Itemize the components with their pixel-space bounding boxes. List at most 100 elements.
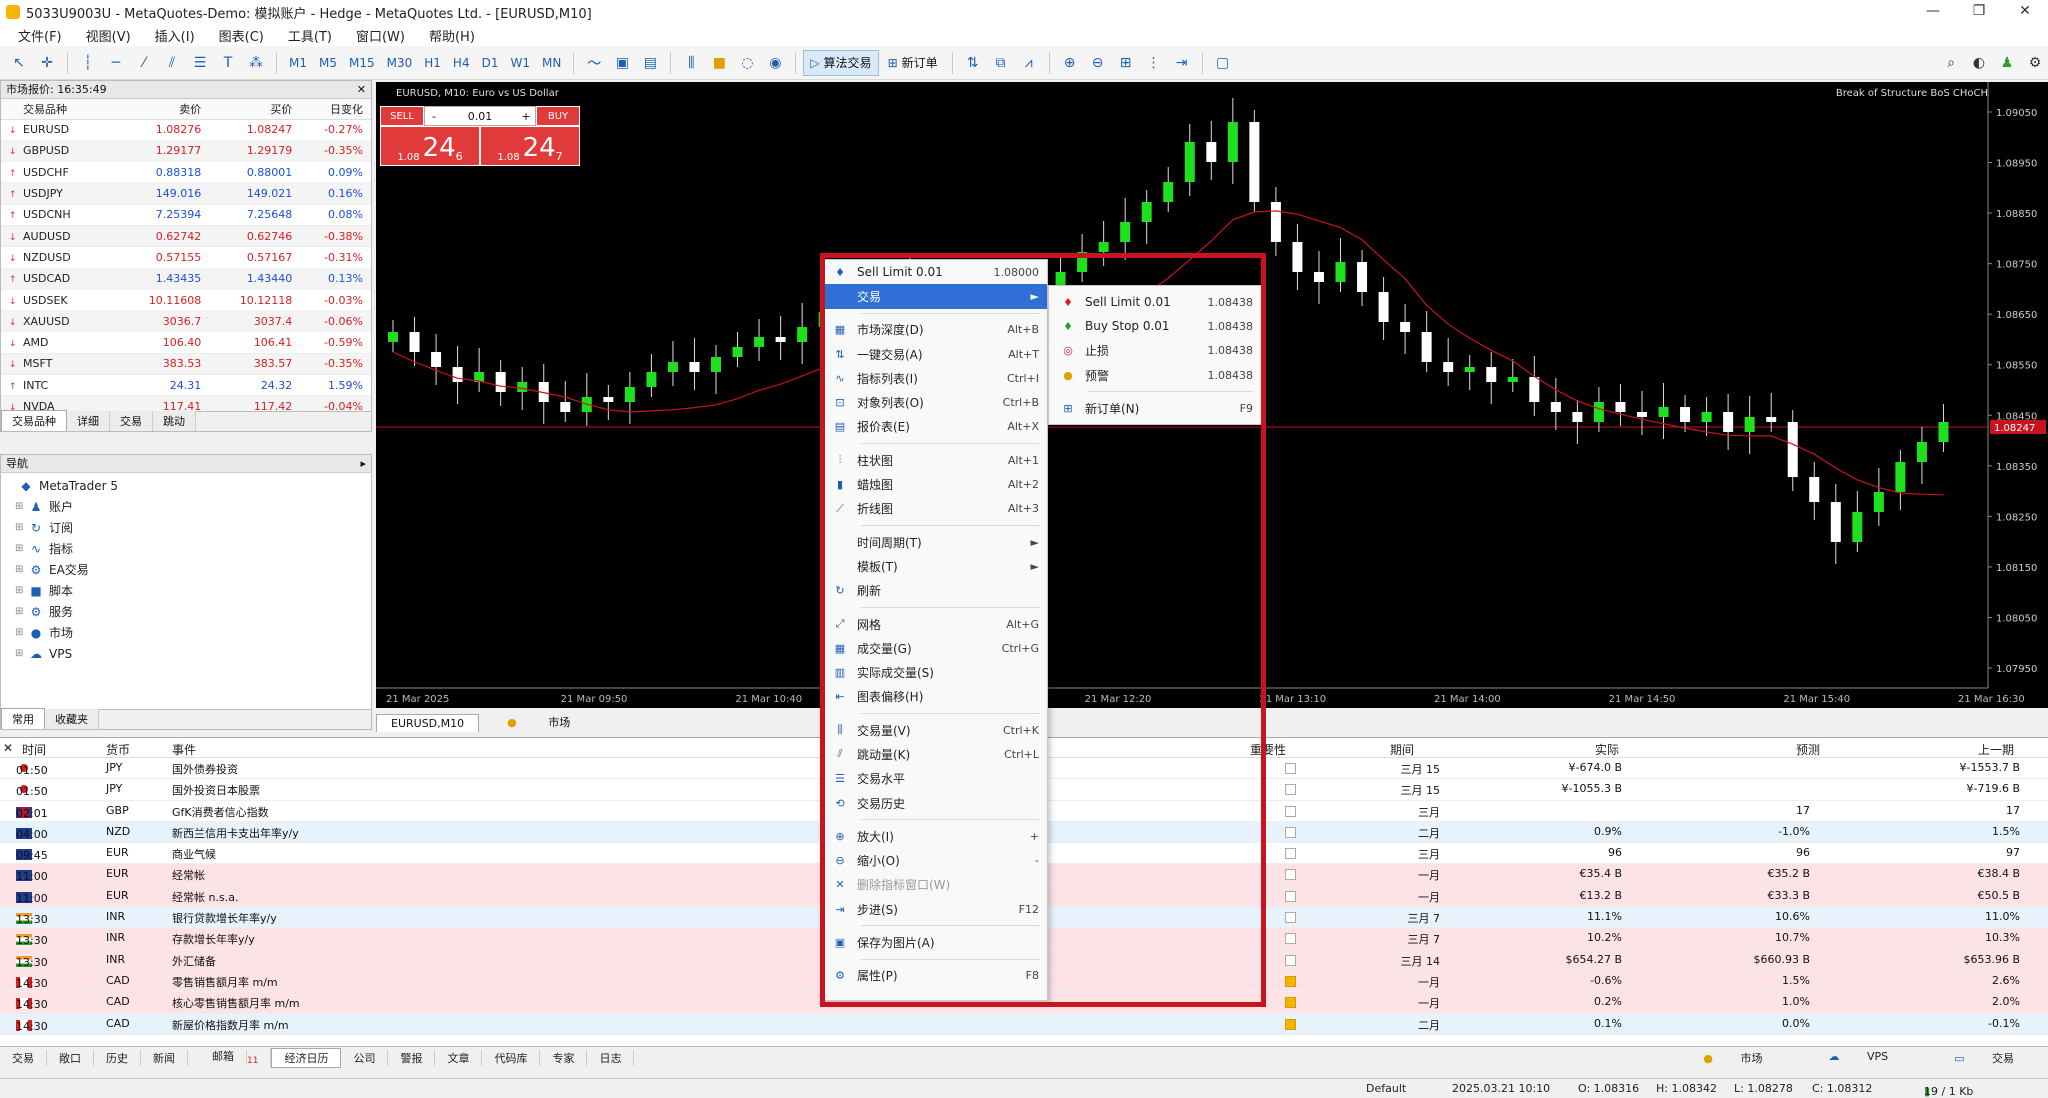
tab-details[interactable]: 详细 [67,411,110,431]
market-watch-row[interactable]: ↓ AUDUSD 0.62742 0.62746 -0.38% [1,225,371,248]
navigator-item[interactable]: ⊞ ♟ 账户 [5,496,371,517]
col-bid[interactable]: 卖价 [118,99,210,120]
context-menu-item[interactable]: ⇥ 步进(S) F12 [821,897,1047,921]
indicators-icon[interactable]: 〜 [581,50,607,76]
importance-checkbox[interactable] [1285,912,1296,924]
signals-icon[interactable]: ◌ [734,50,760,76]
importance-checkbox[interactable] [1285,763,1296,774]
tab-history[interactable]: 历史 [94,1049,141,1066]
market-link[interactable]: ● 市场 [1679,1050,1786,1066]
importance-checkbox[interactable] [1285,826,1296,838]
market-watch-row[interactable]: ↓ XAUUSD 3036.7 3037.4 -0.06% [1,310,371,333]
market-watch-row[interactable]: ↓ GBPUSD 1.29177 1.29179 -0.35% [1,140,371,163]
autoscroll-icon[interactable]: ⧉ [988,50,1014,76]
importance-checkbox[interactable] [1285,784,1296,796]
submenu-item[interactable]: ◎ 止损 1.08438 [1049,339,1261,363]
templates-icon[interactable]: ▤ [637,50,663,76]
col-symbol[interactable]: 交易品种 [1,99,119,120]
context-menu-item[interactable]: ✕ 删除指标窗口(W) [821,873,1047,897]
menu-view[interactable]: 视图(V) [74,26,143,45]
col-ask[interactable]: 买价 [209,99,301,120]
calendar-row[interactable]: 14:30 CAD 新屋价格指数月率 m/m 二月 0.1% 0.0% -0.1% [0,1013,2048,1035]
importance-checkbox[interactable] [1285,997,1296,1009]
timeframe-m15[interactable]: M15 [344,50,380,76]
vertical-line-icon[interactable]: ┆ [75,50,101,76]
chart-shift-icon[interactable]: ⩘ [1016,50,1042,76]
tab-symbols[interactable]: 交易品种 [1,410,67,431]
menu-tools[interactable]: 工具(T) [276,26,344,45]
context-menu-item[interactable]: 时间周期(T) ► [821,530,1047,554]
market-watch-row[interactable]: ↓ USDSEK 10.11608 10.12118 -0.03% [1,289,371,312]
market-watch-row[interactable]: ↑ INTC 24.31 24.32 1.59% [1,374,371,397]
importance-checkbox[interactable] [1285,954,1296,966]
algo-trading-button[interactable]: ▷ 算法交易 [803,49,879,76]
crosshair-icon[interactable]: ✛ [34,50,60,76]
expand-icon[interactable]: ⊞ [15,543,27,554]
close-icon[interactable]: ✕ [3,741,13,755]
context-menu-item[interactable]: ▦ 成交量(G) Ctrl+G [821,636,1047,660]
cursor-icon[interactable]: ↖ [6,50,32,76]
market-watch-row[interactable]: ↑ USDCNH 7.25394 7.25648 0.08% [1,204,371,226]
tab-market[interactable]: ● 市场 [479,712,598,732]
col-previous[interactable]: 上一期 [1978,741,2014,758]
timeframe-mn[interactable]: MN [537,50,566,76]
help-icon[interactable]: ◐ [1966,50,1992,76]
volume-input[interactable]: 0.01 [443,107,517,125]
importance-checkbox[interactable] [1285,805,1296,817]
col-time[interactable]: 时间 [22,741,46,758]
settings-icon[interactable]: ⚙ [2022,50,2048,76]
minimize-button[interactable]: — [1910,0,1956,24]
context-menu-item[interactable]: ☰ 交易水平 [821,767,1047,791]
context-menu-item[interactable]: ⫼ 交易量(V) Ctrl+K [821,718,1047,742]
col-period[interactable]: 期间 [1390,741,1414,758]
navigator-item[interactable]: ◆ MetaTrader 5 [5,475,371,496]
importance-checkbox[interactable] [1285,975,1296,987]
context-menu-item[interactable]: ⊖ 缩小(O) - [821,849,1047,873]
navigator-item[interactable]: ⊞ ⚙ 服务 [5,601,371,622]
tab-journal[interactable]: 日志 [587,1049,635,1066]
navigator-item[interactable]: ⊞ ■ 脚本 [5,580,371,601]
tab-trade[interactable]: 交易 [0,1049,47,1066]
context-menu-item[interactable]: ▥ 实际成交量(S) [821,660,1047,684]
maximize-button[interactable]: ❐ [1956,0,2002,24]
sell-price-box[interactable]: 1.08 24 6 [380,126,480,166]
market-watch-row[interactable]: ↓ NZDUSD 0.57155 0.57167 -0.31% [1,246,371,269]
tab-experts[interactable]: 专家 [540,1049,588,1066]
context-menu-item[interactable]: ⚙ 属性(P) F8 [821,964,1047,988]
vps-link[interactable]: ☁ VPS [1804,1050,1912,1066]
expand-icon[interactable]: ⊞ [15,585,27,596]
context-menu-item[interactable]: ⊡ 对象列表(O) Ctrl+B [821,390,1047,414]
search-icon[interactable]: ⌕ [1938,50,1964,76]
depth-of-market-icon[interactable]: ⫼ [678,50,704,76]
close-window-button[interactable]: ✕ [2002,0,2048,24]
expand-icon[interactable]: ⊞ [15,627,27,638]
one-click-trading-icon[interactable]: ⇅ [960,50,986,76]
close-icon[interactable]: ✕ [357,81,366,99]
market-watch-row[interactable]: ↓ MSFT 383.53 383.57 -0.35% [1,353,371,376]
timeframe-d1[interactable]: D1 [477,50,504,76]
tab-calendar[interactable]: 经济日历 [271,1047,342,1068]
new-order-button[interactable]: ⊞ 新订单 [881,50,945,76]
navigator-item[interactable]: ⊞ ∿ 指标 [5,538,371,559]
tab-news[interactable]: 新闻 [141,1049,188,1066]
menu-charts[interactable]: 图表(C) [207,26,276,45]
importance-checkbox[interactable] [1285,1018,1296,1030]
context-menu-item[interactable]: ↻ 刷新 [821,579,1047,603]
context-menu-item[interactable]: ⇤ 图表偏移(H) [821,685,1047,709]
lock-icon[interactable]: ■ [706,50,732,76]
menu-help[interactable]: 帮助(H) [417,26,487,45]
market-watch-row[interactable]: ↑ USDCHF 0.88318 0.88001 0.09% [1,161,371,184]
community-icon[interactable]: ◉ [762,50,788,76]
chart-type-icon[interactable]: ▣ [609,50,635,76]
menu-file[interactable]: 文件(F) [6,26,74,45]
shapes-icon[interactable]: ⁂ [243,50,269,76]
market-watch-row[interactable]: ↓ AMD 106.40 106.41 -0.59% [1,331,371,354]
screenshot-icon[interactable]: ▢ [1210,50,1236,76]
context-menu-item[interactable]: ▮ 蜡烛图 Alt+2 [821,472,1047,496]
context-menu-item[interactable]: ♦ Sell Limit 0.01 1.08000 [821,260,1047,284]
context-menu-item[interactable]: ⤢ 网格 Alt+G [821,612,1047,636]
navigator-item[interactable]: ⊞ ↻ 订阅 [5,517,371,538]
step-icon[interactable]: ⇥ [1169,50,1195,76]
zoom-in-icon[interactable]: ⊕ [1057,50,1083,76]
context-menu-item[interactable]: ⇅ 一键交易(A) Alt+T [821,342,1047,366]
